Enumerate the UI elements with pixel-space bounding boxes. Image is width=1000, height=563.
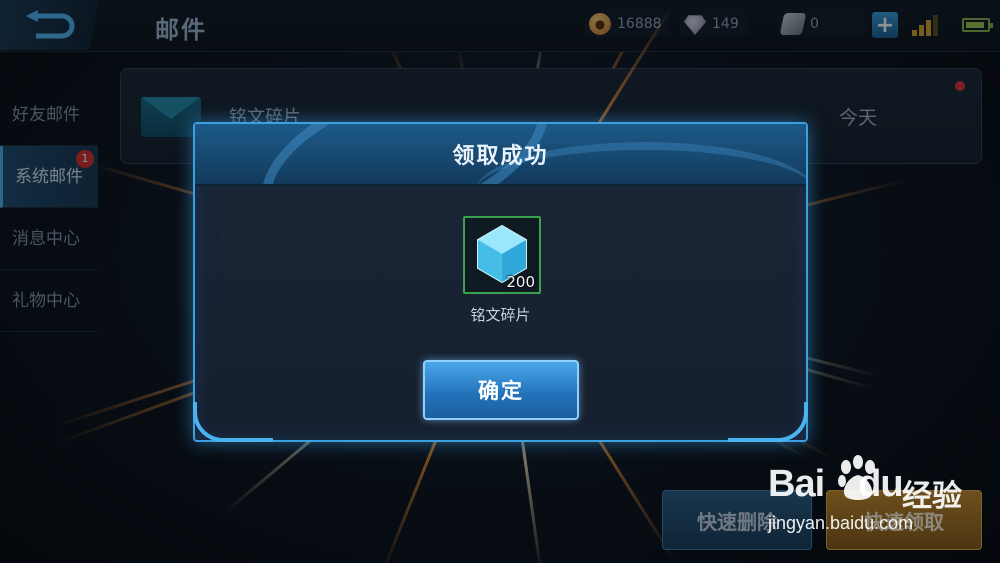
- confirm-button[interactable]: 确定: [423, 360, 579, 420]
- dialog-corner-left: [193, 402, 273, 442]
- dialog-corner-right: [728, 402, 808, 442]
- reward-dialog: 领取成功 200 铭文碎片 确定: [193, 122, 808, 442]
- reward-item[interactable]: 200: [463, 216, 541, 294]
- reward-count: 200: [506, 273, 535, 291]
- reward-name: 铭文碎片: [470, 306, 531, 324]
- dialog-header: 领取成功: [195, 124, 806, 186]
- dialog-title: 领取成功: [452, 144, 549, 169]
